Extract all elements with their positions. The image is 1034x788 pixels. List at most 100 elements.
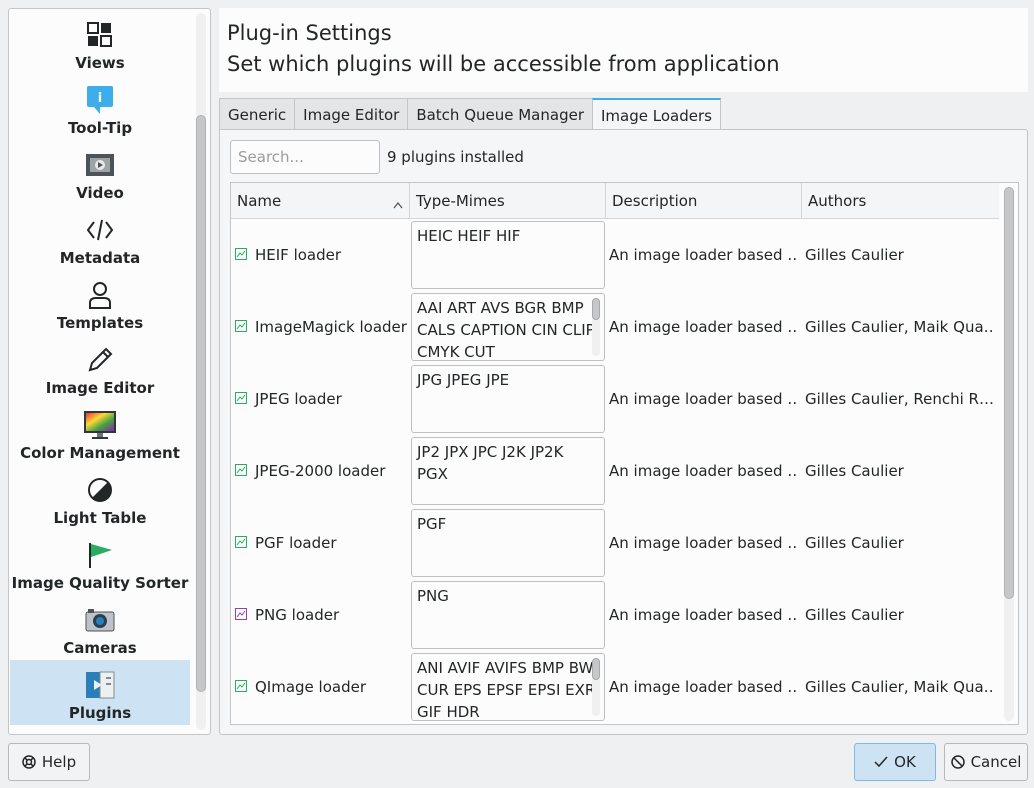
- tab-image-editor[interactable]: Image Editor: [294, 98, 409, 130]
- plugin-authors: Gilles Caulier: [805, 534, 904, 552]
- type-mimes-text: PNG: [417, 587, 449, 605]
- sidebar-item-metadata[interactable]: Metadata: [10, 205, 190, 270]
- type-mimes-box[interactable]: PGF: [411, 509, 605, 577]
- table-row[interactable]: ImageMagick loader AAI ART AVS BGR BMP CA…: [231, 291, 999, 363]
- table-header: Name Type-Mimes Description Authors: [231, 183, 999, 219]
- plugins-table: Name Type-Mimes Description Authors HEIF…: [230, 182, 1019, 725]
- page-title: Plug-in Settings: [227, 21, 392, 45]
- sort-ascending-icon: [393, 195, 403, 213]
- cancel-icon: [950, 755, 965, 769]
- sidebar-item-light-table[interactable]: Light Table: [10, 465, 190, 530]
- image-loader-icon: [235, 390, 247, 408]
- column-header-type-mimes[interactable]: Type-Mimes: [410, 183, 606, 219]
- sidebar-item-image-editor[interactable]: Image Editor: [10, 335, 190, 400]
- type-mimes-text: HEIC HEIF HIF: [417, 227, 521, 245]
- table-row[interactable]: PNG loader PNG An image loader based … Gill…: [231, 579, 999, 651]
- type-mimes-text: JPG JPEG JPE: [417, 371, 510, 389]
- plugin-description: An image loader based …: [609, 462, 799, 480]
- sidebar-item-video[interactable]: Video: [10, 140, 190, 205]
- sidebar-item-cameras[interactable]: Cameras: [10, 595, 190, 660]
- plugin-description: An image loader based …: [609, 318, 799, 336]
- plugin-name: JPEG-2000 loader: [255, 462, 386, 480]
- sidebar-item-label: Color Management: [20, 444, 180, 462]
- sidebar-scrollbar-thumb[interactable]: [196, 115, 206, 692]
- column-header-name[interactable]: Name: [231, 183, 410, 219]
- table-row[interactable]: JPEG loader JPG JPEG JPE An image loader b…: [231, 363, 999, 435]
- table-row[interactable]: PGF loader PGF An image loader based … Gill…: [231, 507, 999, 579]
- plugin-description: An image loader based …: [609, 390, 799, 408]
- checkmark-icon: [874, 756, 888, 768]
- person-icon: [83, 278, 117, 312]
- page-header: Plug-in Settings Set which plugins will …: [219, 8, 1028, 92]
- plugin-name-cell: JPEG-2000 loader: [235, 435, 411, 507]
- tab-image-loaders[interactable]: Image Loaders: [592, 98, 721, 131]
- sidebar-item-label: Image Editor: [45, 379, 155, 397]
- table-scrollbar-thumb[interactable]: [1004, 187, 1014, 599]
- plugin-authors: Gilles Caulier, Maik Qua…: [805, 678, 995, 696]
- image-loader-icon: [235, 678, 247, 696]
- help-button-label: Help: [41, 753, 77, 771]
- plugin-authors: Gilles Caulier: [805, 462, 904, 480]
- plugin-name: ImageMagick loader: [255, 318, 407, 336]
- type-mimes-box[interactable]: AAI ART AVS BGR BMP CALS CAPTION CIN CLI…: [411, 293, 605, 361]
- table-row[interactable]: JPEG-2000 loader JP2 JPX JPC J2K JP2K PGX…: [231, 435, 999, 507]
- plugin-name-cell: ImageMagick loader: [235, 291, 411, 363]
- metadata-code-icon: [83, 213, 117, 247]
- plugin-name-cell: PNG loader: [235, 579, 411, 651]
- type-mimes-text: JP2 JPX JPC J2K JP2K PGX: [417, 443, 564, 483]
- svg-text:i: i: [98, 91, 102, 106]
- mimes-scrollbar-thumb[interactable]: [592, 298, 600, 320]
- flag-icon: [83, 538, 117, 572]
- pencil-icon: [83, 343, 117, 377]
- tab-batch-queue-manager[interactable]: Batch Queue Manager: [407, 98, 593, 130]
- sidebar-item-label: Plugins: [68, 704, 132, 722]
- cancel-button-label: Cancel: [970, 753, 1022, 771]
- plugin-name: HEIF loader: [255, 246, 342, 264]
- plugin-description: An image loader based …: [609, 678, 799, 696]
- plugin-name: PGF loader: [255, 534, 337, 552]
- mimes-scrollbar-thumb[interactable]: [592, 658, 600, 680]
- help-lifebuoy-icon: [22, 755, 36, 769]
- tab-panel: 9 plugins installed Name Type-Mimes Desc…: [219, 129, 1028, 735]
- plugins-icon: [83, 668, 117, 702]
- plugin-description: An image loader based …: [609, 534, 799, 552]
- sidebar-item-label: Tool-Tip: [67, 119, 133, 137]
- sidebar-item-label: Views: [75, 54, 125, 72]
- sidebar-item-templates[interactable]: Templates: [10, 270, 190, 335]
- type-mimes-box[interactable]: ANI AVIF AVIFS BMP BW CUR EPS EPSF EPSI …: [411, 653, 605, 721]
- settings-sidebar: Views i Tool-Tip Video Metadata Template…: [8, 8, 211, 735]
- sidebar-item-color-management[interactable]: Color Management: [10, 400, 190, 465]
- column-header-authors[interactable]: Authors: [802, 183, 999, 219]
- table-row[interactable]: HEIF loader HEIC HEIF HIF An image loader …: [231, 219, 999, 291]
- video-icon: [83, 148, 117, 182]
- sidebar-item-image-quality-sorter[interactable]: Image Quality Sorter: [10, 530, 190, 595]
- type-mimes-box[interactable]: JPG JPEG JPE: [411, 365, 605, 433]
- image-loader-icon: [235, 606, 247, 624]
- tab-generic[interactable]: Generic: [219, 98, 296, 130]
- cancel-button[interactable]: Cancel: [944, 743, 1028, 781]
- type-mimes-box[interactable]: HEIC HEIF HIF: [411, 221, 605, 289]
- type-mimes-text: PGF: [417, 515, 447, 533]
- plugin-authors: Gilles Caulier, Renchi R…: [805, 390, 994, 408]
- search-input[interactable]: [230, 140, 380, 174]
- ok-button[interactable]: OK: [854, 743, 936, 781]
- image-loader-icon: [235, 534, 247, 552]
- sidebar-item-label: Video: [76, 184, 124, 202]
- column-header-description[interactable]: Description: [606, 183, 802, 219]
- table-row[interactable]: QImage loader ANI AVIF AVIFS BMP BW CUR E…: [231, 651, 999, 723]
- light-table-icon: [83, 473, 117, 507]
- ok-button-label: OK: [894, 753, 916, 771]
- plugin-description: An image loader based …: [609, 246, 799, 264]
- type-mimes-text: AAI ART AVS BGR BMP CALS CAPTION CIN CLI…: [417, 299, 595, 361]
- sidebar-item-tooltip[interactable]: i Tool-Tip: [10, 75, 190, 140]
- sidebar-item-views[interactable]: Views: [10, 10, 190, 75]
- help-button[interactable]: Help: [8, 743, 90, 781]
- plugin-name-cell: PGF loader: [235, 507, 411, 579]
- sidebar-item-plugins[interactable]: Plugins: [10, 660, 190, 725]
- plugin-count: 9 plugins installed: [387, 148, 524, 166]
- type-mimes-box[interactable]: JP2 JPX JPC J2K JP2K PGX: [411, 437, 605, 505]
- type-mimes-box[interactable]: PNG: [411, 581, 605, 649]
- plugin-authors: Gilles Caulier, Maik Qua…: [805, 318, 995, 336]
- image-loader-icon: [235, 462, 247, 480]
- image-loader-icon: [235, 246, 247, 264]
